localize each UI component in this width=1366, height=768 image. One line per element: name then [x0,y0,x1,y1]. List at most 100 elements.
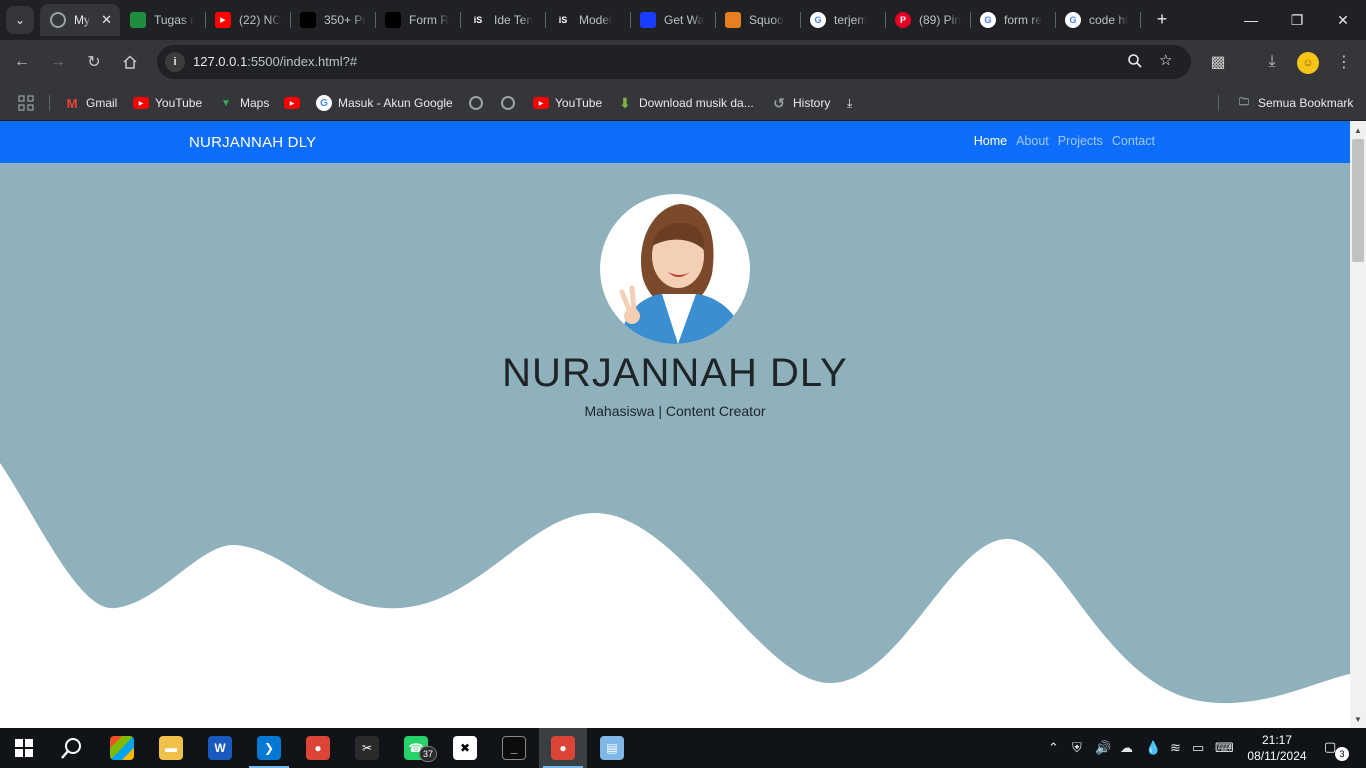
volume-icon[interactable]: 🔊 [1095,740,1111,756]
arrow-left-icon: ← [14,53,30,70]
security-icon[interactable]: ⛨ [1072,740,1082,756]
bookmark-item[interactable]: ▶ YouTube [533,93,602,113]
keyboard-icon[interactable]: ⌨ [1215,740,1234,756]
battery-icon[interactable]: ▭ [1192,740,1204,756]
bookmark-item[interactable]: ▶ [284,93,306,113]
clock[interactable]: 21:17 08/11/2024 [1244,732,1310,764]
bookmark-item[interactable] [469,93,489,113]
address-bar[interactable]: i 127.0.0.1:5500/index.html?# ☆ [157,45,1191,79]
zoom-icon[interactable] [1127,53,1143,69]
browser-tab[interactable]: Get Wa [630,4,715,36]
url-text[interactable]: 127.0.0.1:5500/index.html?# [193,54,357,69]
taskbar-app[interactable]: ☎ 37 [392,728,440,768]
start-button[interactable] [0,728,48,768]
bookmark-label: YouTube [155,96,203,110]
url-path: :5500/index.html?# [247,54,358,69]
search-button[interactable] [48,728,96,768]
apps-button[interactable] [18,93,34,113]
taskbar-app[interactable]: ▬ [147,728,195,768]
home-button[interactable] [118,50,142,74]
menu-button[interactable]: ⋮ [1332,50,1356,74]
close-icon: ✕ [1337,11,1349,28]
taskbar-app[interactable]: ● [294,728,342,768]
browser-tab[interactable]: Form R [375,4,460,36]
browser-toolbar: ← → ↻ i 127.0.0.1:5500/index.html?# ☆ ▩ … [0,40,1366,85]
folder-icon: 🗀 [1239,96,1249,108]
close-tab-icon[interactable]: ✕ [101,12,112,28]
close-window-button[interactable]: ✕ [1320,0,1366,40]
youtube-icon: ▶ [284,97,300,109]
browser-tab[interactable]: iS Ide Ten [460,4,545,36]
tab-label: (22) NC [239,13,282,27]
globe-icon [501,96,515,110]
globe-icon [50,12,66,28]
taskbar-app[interactable]: W [196,728,244,768]
cloud-offline-icon[interactable]: ☁ [1120,740,1133,756]
bookmark-download-button[interactable]: ⤓ [847,93,852,113]
word-icon: W [208,736,232,760]
minimize-button[interactable]: — [1228,0,1274,40]
bookmark-label: Gmail [86,96,118,110]
tab-label: Get Wa [664,13,705,27]
clock-date: 08/11/2024 [1247,749,1307,763]
bookmark-item[interactable] [501,93,521,113]
browser-tab[interactable]: My ✕ [40,4,120,36]
url-host: 127.0.0.1 [193,54,248,69]
nav-link-home[interactable]: Home [974,134,1007,148]
extensions-button[interactable]: ▩ [1206,50,1230,74]
site-info-icon[interactable]: i [165,52,185,72]
bookmark-item[interactable]: ▶ YouTube [133,93,202,113]
nav-link-contact[interactable]: Contact [1112,134,1155,148]
taskbar-app[interactable]: _ [490,728,538,768]
bookmark-item[interactable]: ▼ Maps [218,93,269,113]
notification-button[interactable]: ▢ 3 [1324,739,1349,761]
browser-tab[interactable]: Gcode ht [1055,4,1140,36]
scroll-down-icon[interactable]: ▼ [1350,712,1366,726]
tab-label: (89) Pin [919,13,962,27]
browser-tab[interactable]: P (89) Pin [885,4,970,36]
tab-separator [1140,12,1141,28]
browser-tab[interactable]: Gterjem [800,4,885,36]
store-button[interactable] [98,728,146,768]
taskbar-app[interactable]: ▤ [588,728,636,768]
browser-tab[interactable]: Squoo [715,4,800,36]
wifi-icon[interactable]: ≋ [1170,740,1181,756]
reload-button[interactable]: ↻ [82,50,106,74]
globe-icon [469,96,483,110]
bookmark-item[interactable]: M Gmail [64,93,118,113]
drop-icon[interactable]: 💧 [1145,740,1161,756]
tab-strip: ⌄ My ✕ Tugas r ▶ (22) NC 350+ Pr Form R iS Ide T… [0,0,1366,40]
restore-button[interactable]: ❐ [1274,0,1320,40]
scroll-thumb[interactable] [1352,139,1364,262]
new-tab-button[interactable]: + [1152,8,1172,32]
taskbar-app[interactable]: ✖ [441,728,489,768]
is-icon: iS [473,15,483,25]
page-scrollbar[interactable]: ▲ ▼ [1350,121,1366,728]
bookmark-item[interactable]: G Masuk - Akun Google [316,93,453,113]
browser-tab[interactable]: iS Model [545,4,630,36]
browser-tab[interactable]: ▶ (22) NC [205,4,290,36]
nav-link-projects[interactable]: Projects [1058,134,1103,148]
site-brand[interactable]: NURJANNAH DLY [189,134,316,151]
taskbar-app[interactable]: ✂ [343,728,391,768]
home-icon [123,55,137,69]
all-bookmarks-button[interactable]: 🗀 Semua Bookmark [1236,93,1353,113]
profile-avatar[interactable]: ☺ [1297,52,1319,74]
tab-search-button[interactable]: ⌄ [6,6,34,34]
browser-tab[interactable]: Tugas r [120,4,205,36]
forward-button[interactable]: → [46,50,70,74]
bookmark-item[interactable]: ↺ History [771,93,830,113]
browser-tab[interactable]: Gform re [970,4,1055,36]
page-viewport: NURJANNAH DLY Home About Projects Contact N… [0,121,1350,728]
scroll-up-icon[interactable]: ▲ [1350,123,1366,137]
nav-link-about[interactable]: About [1016,134,1049,148]
show-hidden-icons[interactable]: ⌃ [1048,740,1059,756]
bookmark-item[interactable]: ⬇ Download musik da... [617,93,754,113]
taskbar-app[interactable]: ● [539,728,587,768]
back-button[interactable]: ← [10,50,34,74]
browser-tab[interactable]: 350+ Pr [290,4,375,36]
downloads-button[interactable]: ⤓ [1260,50,1284,74]
clock-time: 21:17 [1261,733,1293,747]
taskbar-app[interactable]: ❯ [245,728,293,768]
bookmark-star-icon[interactable]: ☆ [1159,51,1172,69]
